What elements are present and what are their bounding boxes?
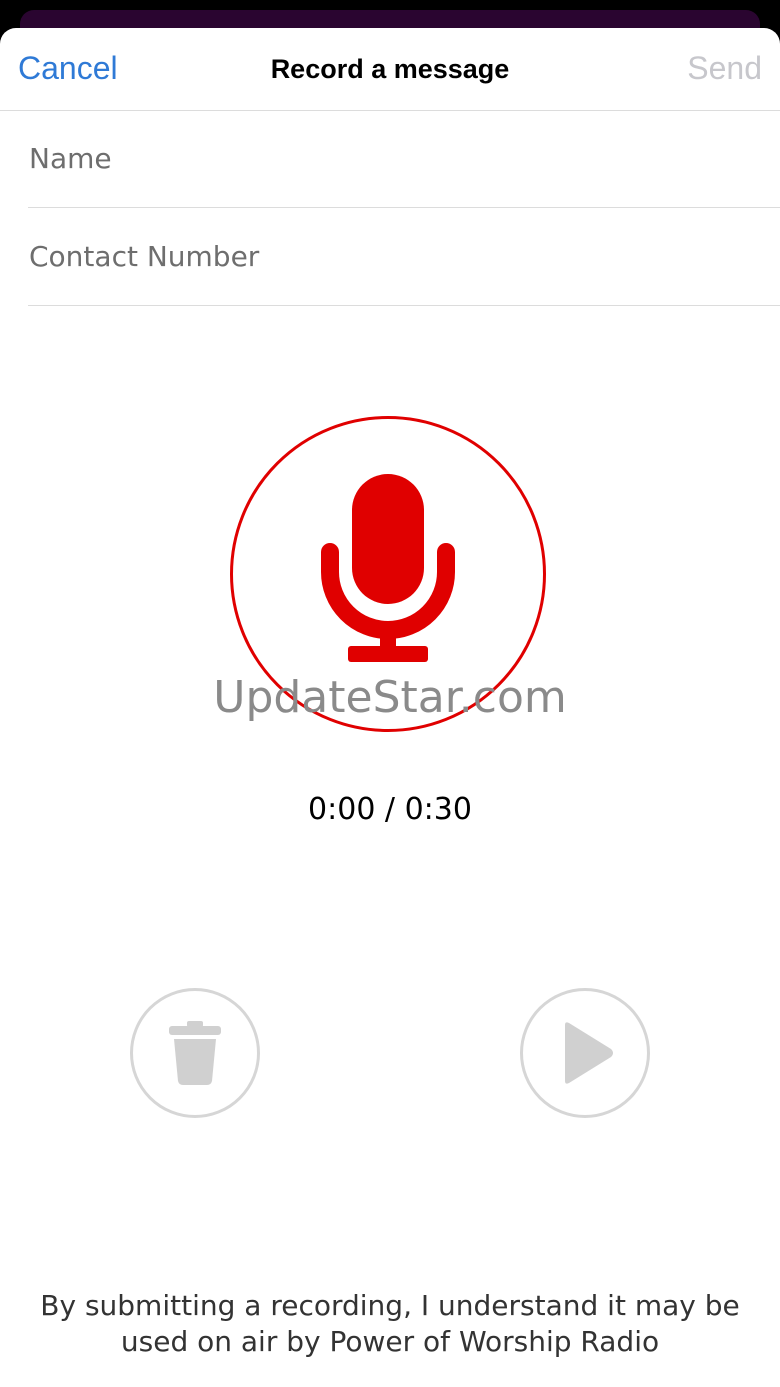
page-title: Record a message: [270, 54, 510, 84]
trash-icon: [169, 1021, 221, 1085]
contact-field-row: [28, 208, 780, 306]
play-icon: [565, 1022, 613, 1084]
delete-recording-button[interactable]: [130, 988, 260, 1118]
name-input[interactable]: [28, 110, 780, 207]
microphone-icon: [321, 474, 455, 662]
record-message-sheet: Cancel Record a message Send UpdateStar.…: [0, 28, 780, 1387]
play-recording-button[interactable]: [520, 988, 650, 1118]
navigation-bar: Cancel Record a message Send: [0, 28, 780, 111]
recording-timer: 0:00 / 0:30: [308, 792, 472, 827]
submission-disclaimer: By submitting a recording, I understand …: [40, 1289, 740, 1358]
name-field-row: [28, 110, 780, 208]
send-button[interactable]: Send: [687, 50, 762, 87]
contact-number-input[interactable]: [28, 208, 780, 305]
watermark-text: UpdateStar.com: [213, 672, 567, 723]
